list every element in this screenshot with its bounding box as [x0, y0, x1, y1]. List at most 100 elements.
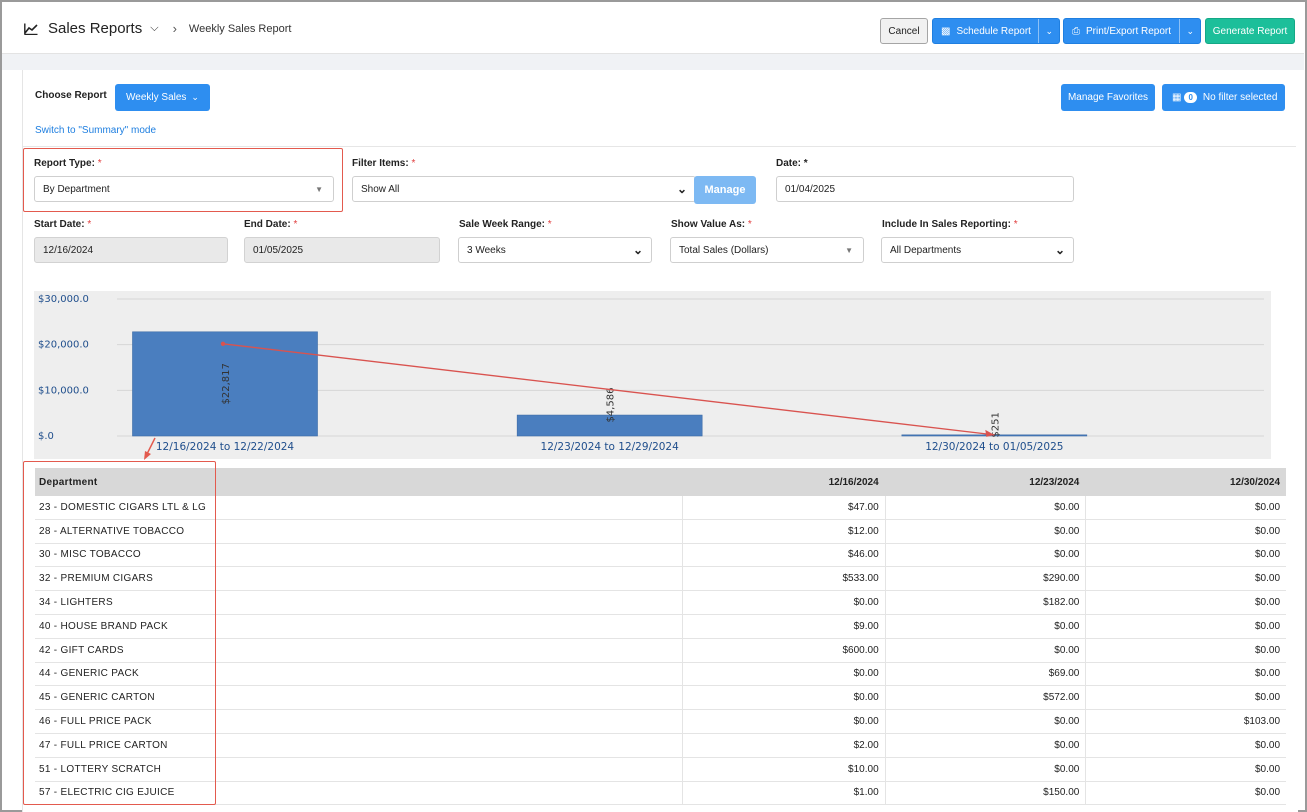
report-select-label: Weekly Sales [126, 92, 187, 103]
chevron-down-icon[interactable]: ⌄ [1045, 26, 1053, 37]
chevron-down-icon: ⌄ [676, 182, 687, 196]
week-3-cell: $0.00 [1085, 543, 1286, 567]
table-row: 32 - PREMIUM CIGARS $533.00 $290.00 $0.00 [35, 567, 1286, 592]
chevron-down-icon[interactable]: ⌄ [1186, 26, 1194, 37]
include-label: Include In Sales Reporting: * [882, 219, 1018, 230]
print-export-label: Print/Export Report [1086, 25, 1172, 37]
report-select-button[interactable]: Weekly Sales ⌄ [115, 84, 210, 111]
chevron-down-icon: ⌄ [1054, 243, 1065, 257]
bar-value-label: $22,817 [221, 363, 232, 404]
week-1-cell: $2.00 [681, 733, 885, 757]
week-3-cell: $0.00 [1085, 567, 1286, 591]
week-3-cell: $103.00 [1085, 710, 1286, 733]
divider [1179, 19, 1180, 43]
include-select[interactable]: All Departments ⌄ [881, 237, 1074, 263]
end-date-value: 01/05/2025 [253, 244, 304, 256]
date-value: 01/04/2025 [785, 183, 836, 195]
filter-button[interactable]: ▦ 0 No filter selected [1162, 84, 1285, 111]
week-3-cell: $0.00 [1085, 757, 1286, 781]
y-tick-label: $10,000.0 [38, 385, 89, 396]
start-date-field: 12/16/2024 [34, 237, 228, 263]
calendar-icon: ▩ [941, 25, 951, 37]
week-1-cell: $10.00 [681, 757, 885, 781]
week-2-cell: $0.00 [884, 519, 1086, 543]
app-title[interactable]: Sales Reports [48, 20, 142, 37]
week-range-select[interactable]: 3 Weeks ⌄ [458, 237, 652, 263]
week-3-cell: $0.00 [1085, 686, 1286, 710]
table-row: 44 - GENERIC PACK $0.00 $69.00 $0.00 [35, 662, 1286, 687]
date-input[interactable]: 01/04/2025 [776, 176, 1074, 202]
week-1-cell: $0.00 [681, 662, 885, 686]
choose-report-label: Choose Report [35, 90, 107, 101]
x-category-label: 12/23/2024 to 12/29/2024 [541, 441, 680, 453]
breadcrumb: Sales Reports ⌵ › Weekly Sales Report [24, 20, 291, 37]
trend-point [220, 341, 226, 347]
breadcrumb-separator-icon: › [172, 21, 177, 36]
include-value: All Departments [890, 244, 962, 256]
generate-report-label: Generate Report [1212, 25, 1288, 37]
x-category-label: 12/30/2024 to 01/05/2025 [925, 441, 1063, 453]
chart-area: $30,000.0 $20,000.0 $10,000.0 $.0 $22,817 12/… [34, 291, 1271, 459]
filter-items-select[interactable]: Show All ⌄ [352, 176, 696, 202]
week-2-cell: $0.00 [884, 757, 1086, 781]
schedule-report-button[interactable]: ▩ Schedule Report ⌄ [932, 18, 1060, 44]
y-tick-label: $20,000.0 [38, 340, 89, 351]
highlight-box [23, 148, 343, 212]
week-1-cell: $46.00 [681, 543, 885, 567]
chevron-down-icon: ⌄ [191, 92, 199, 102]
week-2-cell: $0.00 [884, 710, 1086, 733]
generate-report-button[interactable]: Generate Report [1205, 18, 1295, 44]
week-2-cell: $290.00 [884, 567, 1086, 591]
end-date-field: 01/05/2025 [244, 237, 440, 263]
table-row: 30 - MISC TOBACCO $46.00 $0.00 $0.00 [35, 543, 1286, 568]
week-2-cell: $182.00 [884, 591, 1086, 614]
week-range-label: Sale Week Range: * [459, 219, 552, 230]
cancel-button[interactable]: Cancel [880, 18, 928, 44]
table-row: 34 - LIGHTERS $0.00 $182.00 $0.00 [35, 591, 1286, 615]
sales-table: Department 12/16/2024 12/23/2024 12/30/2… [35, 468, 1286, 806]
week-1-cell: $1.00 [681, 781, 885, 805]
week-3-cell: $0.00 [1085, 662, 1286, 686]
week-3-cell: $0.00 [1085, 591, 1286, 614]
week-2-cell: $0.00 [884, 496, 1086, 519]
chevron-down-icon[interactable]: ⌵ [150, 22, 158, 35]
column-header-week-3[interactable]: 12/30/2024 [1085, 468, 1286, 496]
table-row: 51 - LOTTERY SCRATCH $10.00 $0.00 $0.00 [35, 757, 1286, 782]
schedule-report-label: Schedule Report [956, 25, 1031, 37]
manage-button-label: Manage [704, 184, 746, 196]
week-2-cell: $69.00 [884, 662, 1086, 686]
table-row: 47 - FULL PRICE CARTON $2.00 $0.00 $0.00 [35, 733, 1286, 758]
x-category-label: 12/16/2024 to 12/22/2024 [156, 441, 295, 453]
table-body: 23 - DOMESTIC CIGARS LTL & LG $47.00 $0.00… [35, 496, 1286, 806]
bar-value-label: $4,586 [606, 388, 617, 423]
table-row: 46 - FULL PRICE PACK $0.00 $0.00 $103.00 [35, 710, 1286, 734]
table-row: 42 - GIFT CARDS $600.00 $0.00 $0.00 [35, 638, 1286, 663]
table-row: 57 - ELECTRIC CIG EJUICE $1.00 $150.00 $0.0… [35, 781, 1286, 806]
week-2-cell: $572.00 [884, 686, 1086, 710]
filter-items-label: Filter Items: * [352, 158, 416, 169]
filter-icon: ▦ [1172, 92, 1182, 103]
week-1-cell: $47.00 [681, 496, 885, 519]
week-3-cell: $0.00 [1085, 733, 1286, 757]
y-tick-label: $.0 [38, 431, 54, 442]
manage-favorites-button[interactable]: Manage Favorites [1061, 84, 1155, 111]
header-spacer [2, 54, 1304, 70]
column-header-week-2[interactable]: 12/23/2024 [885, 468, 1086, 496]
print-export-button[interactable]: ⎙ Print/Export Report ⌄ [1063, 18, 1201, 44]
week-1-cell: $0.00 [681, 591, 885, 614]
weekly-sales-chart: $30,000.0 $20,000.0 $10,000.0 $.0 $22,817 12/… [38, 294, 1264, 453]
show-value-select[interactable]: Total Sales (Dollars) ▼ [670, 237, 864, 263]
week-3-cell: $0.00 [1085, 781, 1286, 805]
table-row: 45 - GENERIC CARTON $0.00 $572.00 $0.00 [35, 686, 1286, 711]
week-3-cell: $0.00 [1085, 614, 1286, 638]
week-1-cell: $533.00 [681, 567, 885, 591]
filter-count-badge: 0 [1184, 92, 1197, 103]
column-header-week-1[interactable]: 12/16/2024 [682, 468, 885, 496]
show-value-value: Total Sales (Dollars) [679, 244, 769, 256]
manage-button[interactable]: Manage [694, 176, 756, 204]
table-row: 40 - HOUSE BRAND PACK $9.00 $0.00 $0.00 [35, 614, 1286, 639]
week-1-cell: $12.00 [681, 519, 885, 543]
week-3-cell: $0.00 [1085, 496, 1286, 519]
summary-mode-link[interactable]: Switch to "Summary" mode [35, 125, 156, 136]
line-chart-icon [24, 23, 38, 35]
